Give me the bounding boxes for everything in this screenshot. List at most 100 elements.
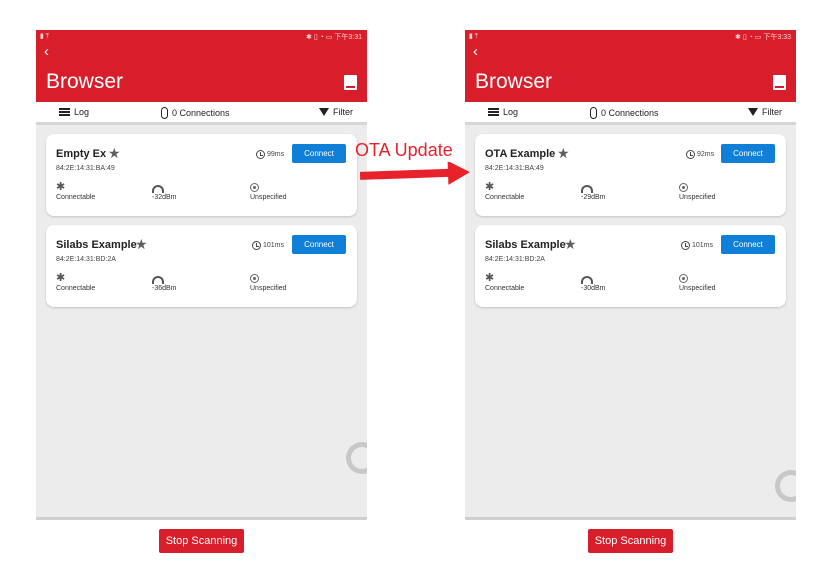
beacon-info: Unspecified <box>679 271 716 292</box>
star-icon[interactable]: ★ <box>108 145 121 162</box>
device-card[interactable]: Silabs Example ★ 84:2E:14:31:BD:2A 101ms… <box>46 225 357 307</box>
connections-button[interactable]: 0 Connections <box>161 107 230 119</box>
loading-spinner-icon <box>775 470 796 502</box>
ota-update-annotation: OTA Update <box>355 140 453 160</box>
book-icon[interactable] <box>773 75 786 90</box>
list-icon <box>59 108 70 116</box>
bluetooth-icon: ✱ <box>56 272 66 284</box>
bottom-divider <box>465 517 796 520</box>
clock-icon <box>252 241 261 250</box>
status-icons-left: ▮ ⤒ <box>469 33 478 40</box>
clock-icon <box>681 241 690 250</box>
connect-button[interactable]: Connect <box>721 235 775 254</box>
status-icons-left: ▮ ⤒ <box>40 33 49 40</box>
status-icons-right: ✱ ▯ ◔ ▭ 下午3:33 <box>735 34 791 41</box>
connections-button[interactable]: 0 Connections <box>590 107 659 119</box>
rssi-value: -29dBm <box>581 194 606 201</box>
filter-label: Filter <box>762 107 782 117</box>
back-icon[interactable]: ‹ <box>473 44 478 60</box>
rssi-info: -32dBm <box>152 180 177 201</box>
interval: 101ms <box>252 241 284 250</box>
filter-icon <box>748 108 758 116</box>
device-card[interactable]: Empty Ex ★ 84:2E:14:31:BA:49 99ms Connec… <box>46 134 357 216</box>
antenna-icon <box>679 271 716 285</box>
log-button[interactable]: Log <box>59 107 89 117</box>
rssi-info: -36dBm <box>152 271 177 292</box>
star-icon[interactable]: ★ <box>557 145 570 162</box>
beacon-type: Unspecified <box>679 194 716 201</box>
connect-button[interactable]: Connect <box>721 144 775 163</box>
bottom-divider <box>36 517 367 520</box>
wifi-icon <box>581 271 606 285</box>
bluetooth-icon: ✱ <box>485 181 495 193</box>
device-address: 84:2E:14:31:BD:2A <box>485 256 545 263</box>
star-icon[interactable]: ★ <box>135 236 148 253</box>
beacon-type: Unspecified <box>250 285 287 292</box>
wifi-icon <box>152 271 177 285</box>
arrow-icon <box>360 162 470 185</box>
rssi-value: -36dBm <box>152 285 177 292</box>
phone-screen-before: ▮ ⤒ ✱ ▯ ◔ ▭ 下午3:31 ‹ Browser Log 0 Conne… <box>36 30 367 520</box>
interval-value: 101ms <box>263 242 285 249</box>
rssi-info: -30dBm <box>581 271 606 292</box>
stop-scanning-button[interactable]: Stop Scanning <box>159 529 244 553</box>
status-bar: ▮ ⤒ ✱ ▯ ◔ ▭ 下午3:31 <box>36 30 367 44</box>
bluetooth-icon: ✱ <box>485 272 495 284</box>
rssi-value: -30dBm <box>581 285 606 292</box>
connection-icon <box>161 107 168 119</box>
app-bar: ▮ ⤒ ✱ ▯ ◔ ▭ 下午3:33 ‹ Browser <box>465 30 796 102</box>
clock-icon <box>256 150 265 159</box>
antenna-icon <box>679 180 716 194</box>
device-card[interactable]: OTA Example ★ 84:2E:14:31:BA:49 92ms Con… <box>475 134 786 216</box>
filter-button[interactable]: Filter <box>319 107 353 117</box>
toolbar: Log 0 Connections Filter <box>36 102 367 125</box>
filter-label: Filter <box>333 107 353 117</box>
interval: 92ms <box>686 150 714 159</box>
connectable-label: Connectable <box>485 285 525 292</box>
list-icon <box>488 108 499 116</box>
beacon-type: Unspecified <box>679 285 716 292</box>
beacon-type: Unspecified <box>250 194 287 201</box>
beacon-info: Unspecified <box>250 180 287 201</box>
connectable-info: ✱ Connectable <box>56 271 95 292</box>
status-icons-right: ✱ ▯ ◔ ▭ 下午3:31 <box>306 34 362 41</box>
device-name: Empty Ex <box>56 148 107 160</box>
antenna-icon <box>250 180 287 194</box>
rssi-value: -32dBm <box>152 194 177 201</box>
device-card[interactable]: Silabs Example ★ 84:2E:14:31:BD:2A 101ms… <box>475 225 786 307</box>
status-bar: ▮ ⤒ ✱ ▯ ◔ ▭ 下午3:33 <box>465 30 796 44</box>
interval-value: 92ms <box>697 151 715 158</box>
book-icon[interactable] <box>344 75 357 90</box>
page-title: Browser <box>46 70 124 93</box>
filter-icon <box>319 108 329 116</box>
phone-screen-after: ▮ ⤒ ✱ ▯ ◔ ▭ 下午3:33 ‹ Browser Log 0 Conne… <box>465 30 796 520</box>
loading-spinner-icon <box>346 442 367 474</box>
beacon-info: Unspecified <box>250 271 287 292</box>
interval-value: 101ms <box>692 242 714 249</box>
log-label: Log <box>74 107 90 117</box>
log-button[interactable]: Log <box>488 107 518 117</box>
interval: 101ms <box>681 241 713 250</box>
connectable-label: Connectable <box>485 194 525 201</box>
antenna-icon <box>250 271 287 285</box>
connect-button[interactable]: Connect <box>292 144 346 163</box>
connectable-info: ✱ Connectable <box>485 180 524 201</box>
filter-button[interactable]: Filter <box>748 107 782 117</box>
connections-label: 0 Connections <box>172 108 230 118</box>
back-icon[interactable]: ‹ <box>44 44 49 60</box>
connectable-label: Connectable <box>56 194 96 201</box>
wifi-icon <box>152 180 177 194</box>
device-address: 84:2E:14:31:BA:49 <box>56 165 115 172</box>
page-title: Browser <box>475 70 553 93</box>
toolbar: Log 0 Connections Filter <box>465 102 796 125</box>
interval-value: 99ms <box>267 151 285 158</box>
interval: 99ms <box>256 150 284 159</box>
rssi-info: -29dBm <box>581 180 606 201</box>
app-bar: ▮ ⤒ ✱ ▯ ◔ ▭ 下午3:31 ‹ Browser <box>36 30 367 102</box>
stop-scanning-button[interactable]: Stop Scanning <box>588 529 673 553</box>
device-address: 84:2E:14:31:BA:49 <box>485 165 544 172</box>
bluetooth-icon: ✱ <box>56 181 66 193</box>
device-name: Silabs Example <box>56 239 137 251</box>
connect-button[interactable]: Connect <box>292 235 346 254</box>
star-icon[interactable]: ★ <box>564 236 577 253</box>
